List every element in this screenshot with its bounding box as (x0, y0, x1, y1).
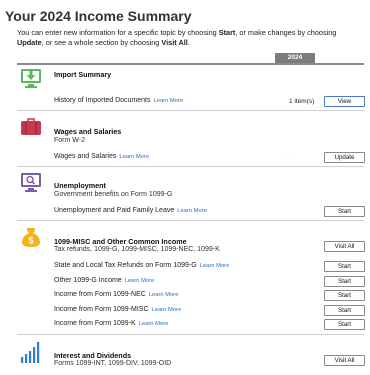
row-label: Income from Form 1099-NEC (54, 291, 146, 298)
learn-more-link[interactable]: Learn More (149, 292, 179, 298)
svg-text:$: $ (28, 236, 33, 246)
section-divider (17, 220, 364, 221)
year-tab: 2024 (275, 53, 315, 63)
visit-all-button[interactable]: Visit All (324, 241, 365, 252)
row-label: Income from Form 1099-K (54, 320, 136, 327)
start-button[interactable]: Start (324, 206, 365, 217)
import-summary-title: Import Summary (54, 70, 112, 79)
row-label: Wages and Salaries (54, 153, 117, 160)
learn-more-link[interactable]: Learn More (139, 321, 169, 327)
unemployment-title: Unemployment (54, 181, 106, 190)
list-item: State and Local Tax Refunds on Form 1099… (54, 262, 229, 269)
item-count: 1 item(s) (289, 98, 315, 105)
unemployment-row: Unemployment and Paid Family Leave Learn … (54, 207, 207, 214)
start-button[interactable]: Start (324, 261, 365, 272)
section-divider (17, 110, 364, 111)
section-divider (17, 334, 364, 335)
view-button[interactable]: View (324, 96, 365, 107)
row-label: Other 1099-G Income (54, 277, 122, 284)
start-button[interactable]: Start (324, 276, 365, 287)
faint-mark: · · · (285, 155, 298, 161)
section-divider (17, 166, 364, 167)
row-label: State and Local Tax Refunds on Form 1099… (54, 262, 197, 269)
list-item: Other 1099-G Income Learn More (54, 277, 154, 284)
learn-more-link[interactable]: Learn More (152, 307, 182, 313)
start-button[interactable]: Start (324, 319, 365, 330)
learn-more-link[interactable]: Learn More (153, 98, 183, 104)
table-top-divider (17, 63, 364, 65)
misc-income-title: 1099-MISC and Other Common Income (54, 237, 187, 246)
start-button[interactable]: Start (324, 305, 365, 316)
visit-all-button[interactable]: Visit All (324, 355, 365, 366)
interest-dividends-subtitle: Forms 1099-INT, 1099-DIV, 1099-OID (54, 360, 172, 367)
misc-income-subtitle: Tax refunds, 1099-G, 1099-MISC, 1099-NEC… (54, 246, 220, 253)
update-button[interactable]: Update (324, 152, 365, 163)
list-item: Income from Form 1099-K Learn More (54, 320, 168, 327)
learn-more-link[interactable]: Learn More (177, 208, 207, 214)
wages-subtitle: Form W-2 (54, 137, 85, 144)
page-title: Your 2024 Income Summary (5, 8, 192, 24)
briefcase-icon (20, 115, 42, 137)
interest-dividends-title: Interest and Dividends (54, 351, 132, 360)
wages-row: Wages and Salaries Learn More (54, 153, 149, 160)
magnifier-monitor-icon (20, 171, 42, 193)
imported-documents-row: History of Imported Documents Learn More (54, 97, 183, 104)
learn-more-link[interactable]: Learn More (119, 154, 149, 160)
start-button[interactable]: Start (324, 290, 365, 301)
intro-text: You can enter new information for a spec… (17, 28, 337, 47)
learn-more-link[interactable]: Learn More (200, 263, 230, 269)
row-label: Income from Form 1099-MISC (54, 306, 149, 313)
wages-title: Wages and Salaries (54, 127, 122, 136)
row-label: History of Imported Documents (54, 97, 151, 104)
money-bag-icon: $ (20, 226, 42, 248)
download-monitor-icon (20, 67, 42, 89)
bar-chart-icon (20, 340, 42, 363)
list-item: Income from Form 1099-NEC Learn More (54, 291, 178, 298)
list-item: Income from Form 1099-MISC Learn More (54, 306, 181, 313)
row-label: Unemployment and Paid Family Leave (54, 207, 175, 214)
unemployment-subtitle: Government benefits on Form 1099-G (54, 191, 173, 198)
learn-more-link[interactable]: Learn More (125, 278, 155, 284)
